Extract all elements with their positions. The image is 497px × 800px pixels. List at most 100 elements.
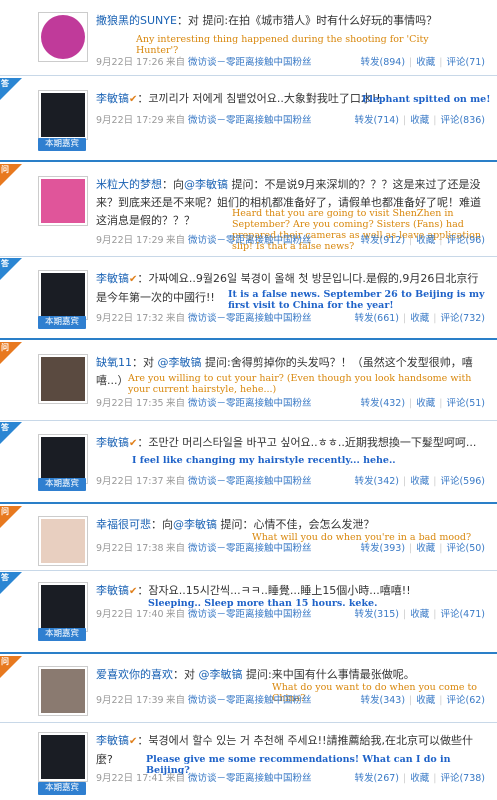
post-meta: 9月22日 17:29 来自 微访谈－零距离接触中国粉丝 转发(912) | 收藏 |… [96,234,491,248]
avatar[interactable] [38,354,88,404]
post-date: 9月22日 17:39 [96,695,164,706]
comment-link[interactable]: 评论(732) [440,313,485,324]
repost-link[interactable]: 转发(267) [354,773,399,784]
mention-link[interactable]: @李敏镐 [173,518,217,531]
repost-link[interactable]: 转发(432) [360,398,405,409]
post-actions: 转发(912) | 收藏 | 评论(96) [360,235,485,246]
avatar[interactable] [38,270,88,320]
post-date: 9月22日 17:29 [96,235,164,246]
answer-body: 코끼리가 저에게 침뱉었어요..大象對我吐了口水!! [148,92,381,105]
verified-icon: ✔ [129,586,138,597]
comment-link[interactable]: 评论(71) [446,57,485,68]
comment-link[interactable]: 评论(96) [446,235,485,246]
repost-link[interactable]: 转发(393) [360,543,405,554]
avatar[interactable] [38,90,88,140]
source-link[interactable]: 微访谈－零距离接触中国粉丝 [188,476,312,487]
divider [0,160,497,162]
source-link[interactable]: 微访谈－零距离接触中国粉丝 [188,543,312,554]
answer-post: 答 本期嘉宾 李敏镐✔：코끼리가 저에게 침뱉었어요..大象對我吐了口水!! E… [0,78,497,160]
question-body: 提问:在拍《城市猎人》时有什么好玩的事情吗？ [202,14,438,27]
comment-link[interactable]: 评论(738) [440,773,485,784]
favorite-link[interactable]: 收藏 [416,398,435,409]
via-label: 来自 微访谈－零距离接触中国粉丝 [166,695,312,706]
repost-link[interactable]: 转发(714) [354,115,399,126]
favorite-link[interactable]: 收藏 [410,609,429,620]
avatar[interactable] [38,516,88,566]
avatar[interactable] [38,582,88,632]
post-date: 9月22日 17:40 [96,609,164,620]
comment-link[interactable]: 评论(51) [446,398,485,409]
source-link[interactable]: 微访谈－零距离接触中国粉丝 [188,398,312,409]
post-date: 9月22日 17:29 [96,115,164,126]
post-actions: 转发(894) | 收藏 | 评论(71) [360,57,485,68]
corner-label: 问 [1,657,9,666]
comment-link[interactable]: 评论(836) [440,115,485,126]
username-link[interactable]: 李敏镐 [96,584,129,597]
username-link[interactable]: 幸福很可悲 [96,518,151,531]
avatar[interactable] [38,176,88,226]
mention-link[interactable]: @李敏镐 [184,178,228,191]
repost-link[interactable]: 转发(342) [354,476,399,487]
divider [0,502,497,504]
guest-badge[interactable]: 本期嘉宾 [38,138,86,151]
post-date: 9月22日 17:32 [96,313,164,324]
post-meta: 9月22日 17:41 来自 微访谈－零距离接触中国粉丝 转发(267) | 收藏 |… [96,772,491,786]
corner-label: 答 [1,259,9,268]
mention-link[interactable]: @李敏镐 [199,668,243,681]
guest-badge[interactable]: 本期嘉宾 [38,628,86,641]
source-link[interactable]: 微访谈－零距离接触中国粉丝 [188,609,312,620]
answer-post: 本期嘉宾 李敏镐✔：북경에서 할수 있는 거 추천해 주세요!!請推薦給我,在北… [0,724,497,800]
source-link[interactable]: 微访谈－零距离接触中国粉丝 [188,695,312,706]
avatar[interactable] [38,732,88,782]
favorite-link[interactable]: 收藏 [410,773,429,784]
via-label: 来自 微访谈－零距离接触中国粉丝 [166,609,312,620]
question-body: 提问:来中国有什么事情最张做呢。 [242,668,415,681]
comment-link[interactable]: 评论(50) [446,543,485,554]
answer-post: 答 本期嘉宾 李敏镐✔：잠자요..15시간씩...ㅋㅋ..睡覺...睡上15個小… [0,572,497,652]
username-link[interactable]: 缺氧11 [96,356,132,369]
repost-link[interactable]: 转发(343) [360,695,405,706]
mention-link[interactable]: @李敏镐 [158,356,202,369]
post-meta: 9月22日 17:32 来自 微访谈－零距离接触中国粉丝 转发(661) | 收藏 |… [96,312,491,326]
source-link[interactable]: 微访谈－零距离接触中国粉丝 [188,313,312,324]
repost-link[interactable]: 转发(912) [360,235,405,246]
username-link[interactable]: 李敏镐 [96,734,129,747]
favorite-link[interactable]: 收藏 [410,115,429,126]
post-date: 9月22日 17:26 [96,57,164,68]
favorite-link[interactable]: 收藏 [416,543,435,554]
comment-link[interactable]: 评论(471) [440,609,485,620]
english-translation: Elephant spitted on me! [362,94,491,105]
favorite-link[interactable]: 收藏 [410,476,429,487]
repost-link[interactable]: 转发(894) [360,57,405,68]
source-link[interactable]: 微访谈－零距离接触中国粉丝 [188,57,312,68]
favorite-link[interactable]: 收藏 [416,57,435,68]
corner-label: 答 [1,423,9,432]
divider [0,75,497,76]
username-link[interactable]: 撒狼黑的SUNYE [96,14,177,27]
comment-link[interactable]: 评论(62) [446,695,485,706]
source-link[interactable]: 微访谈－零距离接触中国粉丝 [188,773,312,784]
username-link[interactable]: 李敏镐 [96,92,129,105]
username-link[interactable]: 爱喜欢你的喜欢 [96,668,173,681]
source-link[interactable]: 微访谈－零距离接触中国粉丝 [188,115,312,126]
post-date: 9月22日 17:41 [96,773,164,784]
divider [0,256,497,257]
favorite-link[interactable]: 收藏 [416,695,435,706]
favorite-link[interactable]: 收藏 [410,313,429,324]
comment-link[interactable]: 评论(596) [440,476,485,487]
guest-badge[interactable]: 本期嘉宾 [38,782,86,795]
avatar[interactable] [38,434,88,484]
username-link[interactable]: 李敏镐 [96,436,129,449]
username-link[interactable]: 米粒大的梦想 [96,178,162,191]
favorite-link[interactable]: 收藏 [416,235,435,246]
answer-post: 答 本期嘉宾 李敏镐✔：조만간 머리스타일을 바꾸고 싶어요..ㅎㅎ..近期我想… [0,422,497,502]
repost-link[interactable]: 转发(661) [354,313,399,324]
avatar[interactable] [38,666,88,716]
post-actions: 转发(342) | 收藏 | 评论(596) [354,476,485,487]
avatar[interactable] [38,12,88,62]
username-link[interactable]: 李敏镐 [96,272,129,285]
guest-badge[interactable]: 本期嘉宾 [38,478,86,491]
repost-link[interactable]: 转发(315) [354,609,399,620]
guest-badge[interactable]: 本期嘉宾 [38,316,86,329]
source-link[interactable]: 微访谈－零距离接触中国粉丝 [188,235,312,246]
